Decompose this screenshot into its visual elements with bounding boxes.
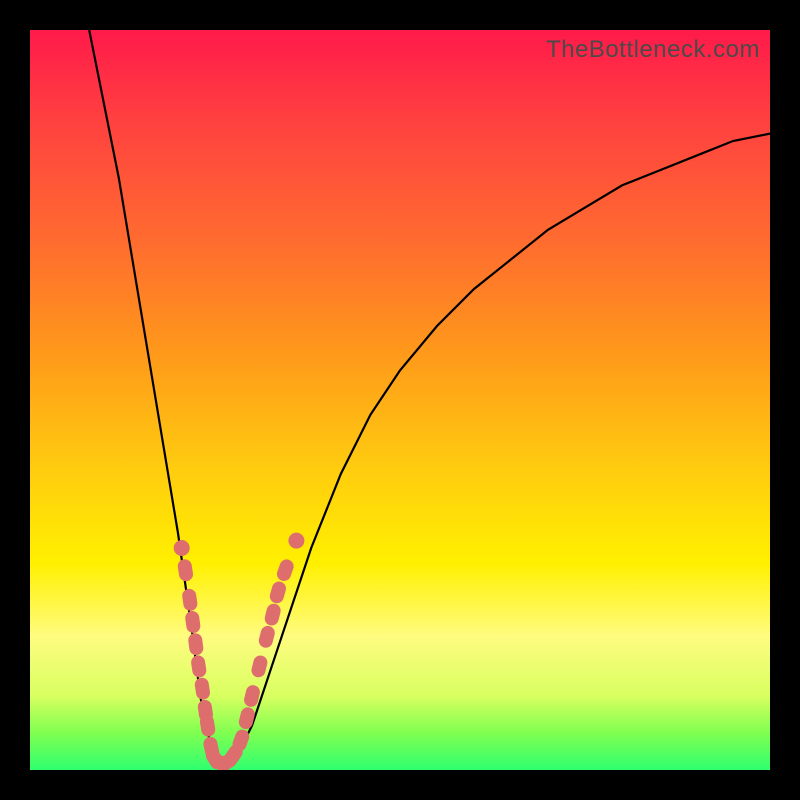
marker-dot [275, 557, 296, 582]
plot-area: TheBottleneck.com [30, 30, 770, 770]
marker-dot [250, 654, 269, 679]
marker-dot [177, 558, 194, 582]
marker-dot [263, 602, 282, 627]
marker-dot [237, 706, 256, 731]
marker-dot [174, 540, 190, 556]
scatter-markers [174, 533, 305, 770]
marker-dot [268, 580, 287, 605]
marker-dot [194, 677, 211, 701]
marker-dot [187, 632, 204, 656]
marker-dot [181, 588, 198, 612]
marker-dot [184, 610, 201, 634]
chart-frame: TheBottleneck.com [0, 0, 800, 800]
marker-dot [257, 624, 276, 649]
marker-dot [288, 533, 304, 549]
chart-svg [30, 30, 770, 770]
marker-dot [190, 654, 207, 678]
